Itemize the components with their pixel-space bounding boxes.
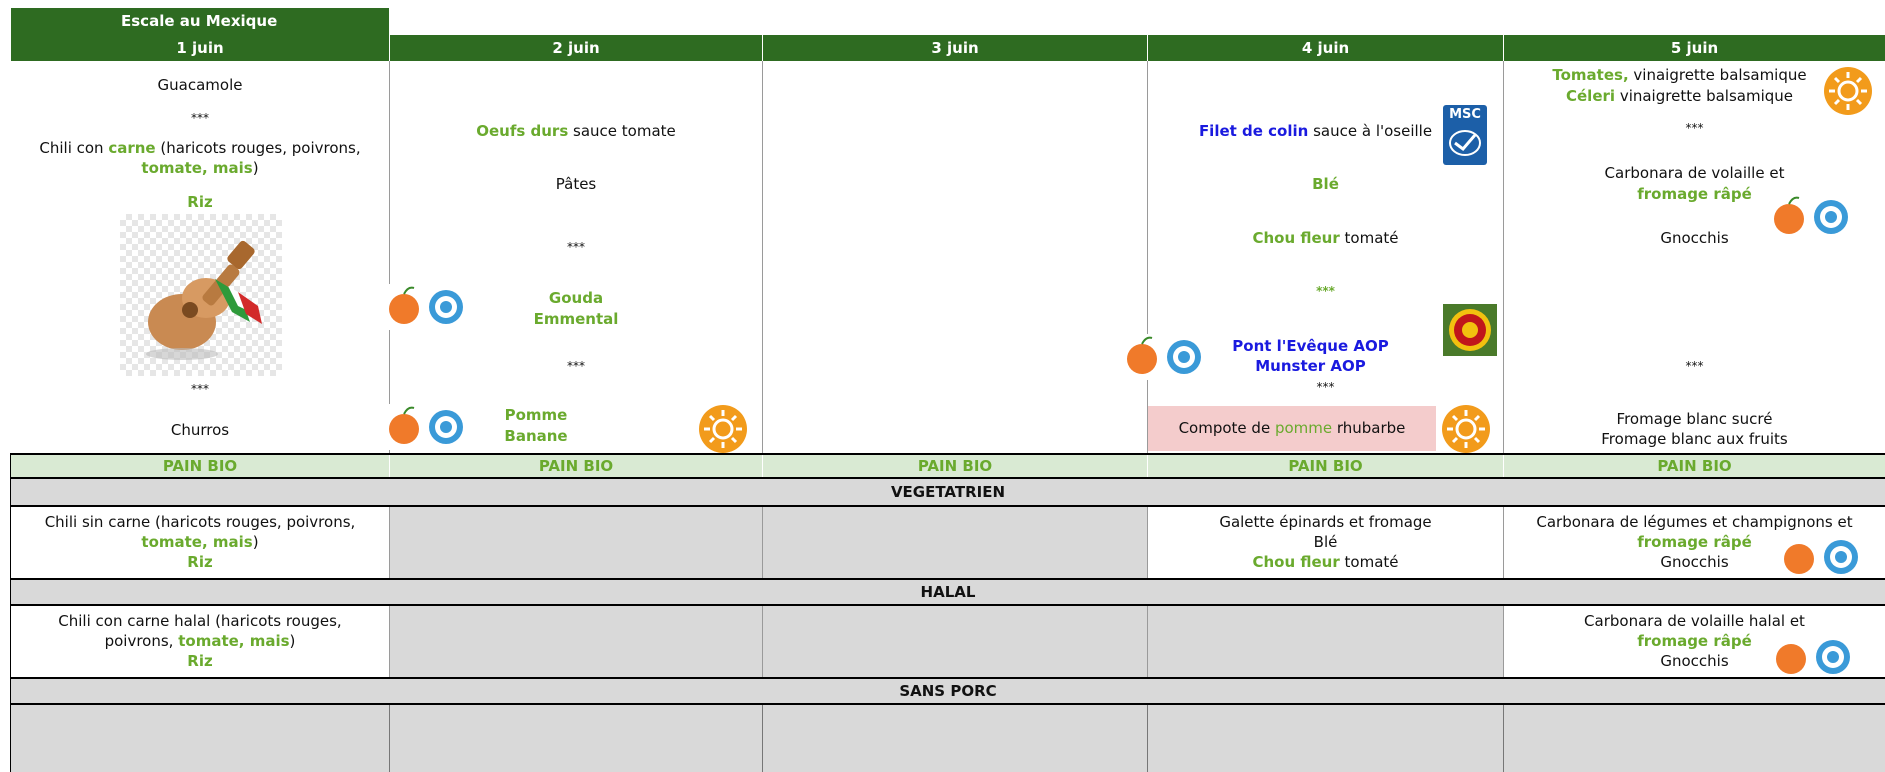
day1-starter: Guacamole	[157, 76, 243, 94]
msc-label-icon: MSC	[1443, 105, 1487, 165]
day-header-3: 3 juin	[763, 35, 1147, 61]
day2-fruit-2: Banane	[504, 427, 568, 445]
separator: ***	[191, 382, 209, 396]
day-3-cell	[763, 61, 1147, 453]
day1-main: Chili con carne (haricots rouges, poivro…	[39, 139, 361, 157]
veg-d1-main: Chili sin carne (haricots rouges, poivro…	[44, 513, 356, 531]
halal-cell-4	[1148, 606, 1503, 677]
sun-icon	[699, 405, 747, 453]
sans-porc-cell-3	[763, 705, 1147, 772]
sans-porc-cell-1	[11, 705, 389, 772]
pain-bio-2: PAIN BIO	[390, 455, 762, 477]
pain-bio-1: PAIN BIO	[11, 455, 389, 477]
aop-label-icon	[1443, 304, 1497, 356]
day2-main: Oeufs durs sauce tomate	[476, 122, 676, 140]
veg-d1-side: Riz	[187, 553, 213, 571]
day-header-2: 2 juin	[390, 35, 762, 61]
veg-d4-side-1: Blé	[1313, 533, 1338, 551]
sans-porc-cell-5	[1504, 705, 1885, 772]
veg-cell-1: Chili sin carne (haricots rouges, poivro…	[11, 507, 389, 578]
veg-d1-main-cont: tomate, mais)	[141, 533, 259, 551]
day-header-5: 5 juin	[1504, 35, 1885, 61]
day2-side: Pâtes	[555, 175, 597, 193]
fruits-lait-ecole-icon	[1773, 634, 1857, 680]
separator: ***	[191, 111, 209, 125]
veg-cell-4: Galette épinards et fromage Blé Chou fle…	[1148, 507, 1503, 578]
halal-d1-main-cont: poivrons, tomate, mais)	[104, 632, 296, 650]
pain-bio-4: PAIN BIO	[1148, 455, 1503, 477]
menu-title: Escale au Mexique	[11, 8, 389, 35]
fruits-lait-ecole-icon	[1771, 194, 1855, 240]
veg-cell-3	[763, 507, 1147, 578]
day1-side: Riz	[187, 193, 213, 211]
halal-d5-main: Carbonara de volaille halal et	[1584, 612, 1805, 630]
section-sans-porc: SANS PORC	[11, 679, 1885, 703]
day5-dessert-2: Fromage blanc aux fruits	[1601, 430, 1788, 448]
day4-dessert: Compote de pomme rhubarbe	[1148, 406, 1436, 451]
fruits-lait-ecole-icon	[386, 404, 470, 450]
day2-fruit-1: Pomme	[504, 406, 568, 424]
pain-bio-5: PAIN BIO	[1504, 455, 1885, 477]
halal-cell-1: Chili con carne halal (haricots rouges, …	[11, 606, 389, 677]
day4-side-2: Chou fleur tomaté	[1252, 229, 1399, 247]
day-header-4: 4 juin	[1148, 35, 1503, 61]
separator: ***	[1316, 284, 1335, 298]
veg-d5-main: Carbonara de légumes et champignons et	[1536, 513, 1853, 531]
separator: ***	[1685, 121, 1704, 135]
day-4-cell: Filet de colin sauce à l'oseille Blé Cho…	[1148, 61, 1503, 453]
veg-d4-side-2: Chou fleur tomaté	[1252, 553, 1399, 571]
pain-bio-3: PAIN BIO	[763, 455, 1147, 477]
fruits-lait-ecole-icon	[386, 284, 470, 330]
sans-porc-cell-2	[390, 705, 762, 772]
day-header-1: 1 juin	[11, 35, 389, 61]
separator: ***	[1685, 359, 1704, 373]
veg-cell-2	[390, 507, 762, 578]
separator: ***	[1316, 380, 1335, 394]
day-1-cell: Guacamole *** Chili con carne (haricots …	[11, 61, 389, 453]
sans-porc-cell-4	[1148, 705, 1503, 772]
day5-dessert-1: Fromage blanc sucré	[1616, 410, 1773, 428]
halal-cell-3	[763, 606, 1147, 677]
section-halal: HALAL	[11, 580, 1885, 604]
sun-icon	[1824, 67, 1872, 115]
guitar-illustration	[120, 214, 282, 376]
fruits-lait-ecole-icon	[1781, 534, 1865, 580]
sun-icon	[1442, 405, 1490, 453]
section-vegetarien: VEGETATRIEN	[11, 479, 1885, 505]
fruits-lait-ecole-icon	[1124, 334, 1208, 380]
day-5-cell: Tomates, vinaigrette balsamique Céleri v…	[1504, 61, 1885, 453]
day1-main-cont: tomate, mais)	[141, 159, 259, 177]
day-2-cell: Oeufs durs sauce tomate Pâtes *** Gouda …	[390, 61, 762, 453]
separator: ***	[567, 359, 585, 373]
halal-cell-2	[390, 606, 762, 677]
day4-side-1: Blé	[1312, 175, 1339, 193]
veg-d4-main: Galette épinards et fromage	[1219, 513, 1432, 531]
day5-main: Carbonara de volaille et	[1604, 164, 1785, 182]
halal-d1-main: Chili con carne halal (haricots rouges,	[58, 612, 342, 630]
separator: ***	[567, 240, 585, 254]
halal-d1-side: Riz	[187, 652, 213, 670]
